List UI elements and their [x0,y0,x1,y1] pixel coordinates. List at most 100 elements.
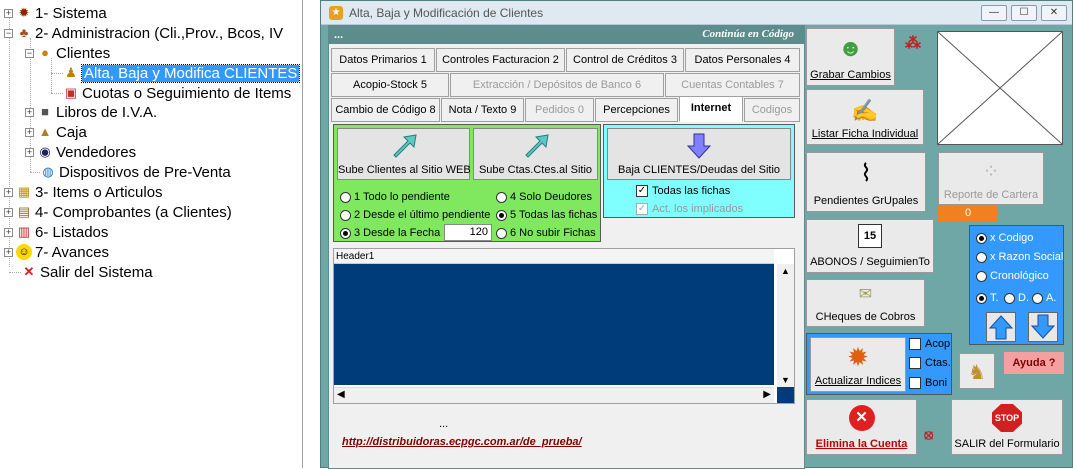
collapse-icon[interactable]: − [4,28,13,38]
cheque-icon: ✉ [858,286,873,303]
grabar-cambios-button[interactable]: ☻ Grabar Cambios [806,28,895,86]
days-input[interactable]: 120 [444,224,492,241]
tree-item-administracion[interactable]: − ♣ 2- Administracion (Cli.,Prov., Bcos,… [4,23,283,43]
salir-formulario-button[interactable]: STOP SALIR del Formulario [951,399,1063,455]
maximize-button[interactable]: ☐ [1011,5,1037,21]
tab-cambio-codigo[interactable]: Cambio de Código 8 [331,98,440,122]
radio-desde-ultimo[interactable]: 2 Desde el último pendiente [340,209,490,221]
radio-no-subir[interactable]: 6 No subir Fichas [496,227,596,239]
reporte-cartera-button[interactable]: ⁘ Reporte de Cartera [938,152,1044,205]
sort-up-button[interactable] [986,312,1016,342]
expand-icon[interactable]: + [25,127,34,137]
tree-item-items[interactable]: + ▦ 3- Items o Articulos [4,182,163,202]
grid-body[interactable] [334,264,774,385]
image-placeholder[interactable] [937,31,1063,145]
tree-item-dispositivos[interactable]: ◍ Dispositivos de Pre-Venta [40,162,230,182]
expand-icon[interactable]: + [25,107,34,117]
title-bar[interactable]: ★ Alta, Baja y Modificación de Clientes … [321,1,1072,25]
sort-d-radio[interactable]: D. [1004,292,1029,304]
minimize-button[interactable]: — [981,5,1007,21]
sort-codigo-radio[interactable]: x Codigo [976,232,1033,244]
tree-item-listados[interactable]: + ▥ 6- Listados [4,222,108,242]
tab-codigos[interactable]: Codigos [744,98,800,122]
radio-todas-fichas[interactable]: 5 Todas las fichas [496,209,597,221]
ctas-checkbox[interactable]: Ctas. [909,357,951,369]
radio-solo-deudores[interactable]: 4 Solo Deudores [496,191,592,203]
tree-item-clientes[interactable]: − ● Clientes [25,43,110,63]
radio-todo-pendiente[interactable]: 1 Todo lo pendiente [340,191,450,203]
tab-nota-texto[interactable]: Nota / Texto 9 [441,98,524,122]
expand-icon[interactable]: + [4,247,13,257]
gear-icon: ✹ [847,342,869,372]
chevron-up-icon[interactable]: ▲ [781,266,790,276]
tab-control-creditos[interactable]: Control de Créditos 3 [566,48,684,72]
tree-item-libros-iva[interactable]: + ■ Libros de I.V.A. [25,102,157,122]
actualizar-indices-button[interactable]: ✹ Actualizar Indices [810,337,906,392]
navigation-tree: + ✹ 1- Sistema − ♣ 2- Administracion (Cl… [0,0,303,468]
pendientes-grupales-button[interactable]: ⌇ Pendientes GrUpales [806,152,926,212]
tab-datos-personales[interactable]: Datos Personales 4 [685,48,800,72]
tree-item-salir[interactable]: ✕ Salir del Sistema [21,262,153,282]
upload-options-panel: Sube Clientes al Sitio WEB Sube Ctas.Cte… [333,124,601,242]
expand-icon[interactable]: + [25,147,34,157]
abonos-button[interactable]: 15 ABONOS / SeguimienTo [806,219,934,273]
upload-clients-web-button[interactable]: Sube Clientes al Sitio WEB [337,128,471,180]
radio-label: 1 Todo lo pendiente [354,191,450,203]
radio-circle [340,227,351,239]
tab-extraccion-depositos[interactable]: Extracción / Depósitos de Banco 6 [450,73,664,97]
help-icon-button[interactable]: ♞ [959,353,995,389]
vertical-scrollbar[interactable]: ▲ ▼ [777,264,794,387]
boni-checkbox[interactable]: Boni [909,377,947,389]
actualizar-label: Actualizar Indices [814,375,902,387]
elimina-cuenta-button[interactable]: ✕ Elimina la Cuenta [806,399,917,455]
expand-icon[interactable]: + [4,8,13,18]
expand-icon[interactable]: + [4,227,13,237]
chevron-left-icon[interactable]: ◀ [337,389,345,400]
tab-pedidos[interactable]: Pedidos 0 [525,98,594,122]
radio-desde-fecha[interactable]: 3 Desde la Fecha [340,227,440,239]
acop-checkbox[interactable]: Acop [909,338,950,350]
tree-item-caja[interactable]: + ▲ Caja [25,122,87,142]
expand-icon[interactable]: + [4,207,13,217]
tab-percepciones[interactable]: Percepciones [595,98,678,122]
tree-item-cuotas[interactable]: ▣ Cuotas o Seguimiento de Items [63,83,291,103]
stop-icon: STOP [992,404,1022,432]
upload-ctas-button[interactable]: Sube Ctas.Ctes.al Sitio [473,128,598,180]
chevron-down-icon[interactable]: ▼ [781,375,790,385]
close-button[interactable]: ✕ [1041,5,1067,21]
chevron-right-icon[interactable]: ▶ [763,389,771,400]
tree-item-sistema[interactable]: + ✹ 1- Sistema [4,3,107,23]
upload-arrow-icon [524,134,549,158]
site-url-link[interactable]: http://distribuidoras.ecpgc.com.ar/de_pr… [342,436,582,448]
sort-down-button[interactable] [1028,312,1058,342]
sort-a-radio[interactable]: A. [1032,292,1056,304]
listar-ficha-button[interactable]: ✍ Listar Ficha Individual [806,89,924,145]
tab-internet[interactable]: Internet [679,96,743,122]
tree-item-vendedores[interactable]: + ◉ Vendedores [25,142,136,162]
sort-t-radio[interactable]: T. [976,292,999,304]
exit-icon: ✕ [23,264,35,279]
tab-acopio-stock[interactable]: Acopio-Stock 5 [331,73,449,97]
todas-fichas-checkbox[interactable]: ✓ Todas las fichas [636,185,730,197]
grabar-label: Grabar Cambios [810,69,891,81]
sort-crono-radio[interactable]: Cronológico [976,270,1049,282]
delete-icon: ✕ [848,405,875,431]
collapse-icon[interactable]: − [25,48,34,58]
tab-controles-facturacion[interactable]: Controles Facturacion 2 [436,48,565,72]
sort-razon-radio[interactable]: x Razon Social [976,251,1063,263]
data-grid[interactable]: Header1 ▲ ▼ ◀ ▶ [333,248,795,404]
ayuda-button[interactable]: Ayuda ? [1004,352,1064,374]
tree-item-comprobantes[interactable]: + ▤ 4- Comprobantes (a Clientes) [4,202,232,222]
horizontal-scrollbar[interactable]: ◀ ▶ [334,387,774,403]
tree-item-alta-baja-clientes[interactable]: ♟ Alta, Baja y Modifica CLIENTES [63,63,301,83]
act-implicados-checkbox[interactable]: ✓ Act. los implicados [636,203,743,215]
radio-label: 5 Todas las fichas [510,209,598,221]
tree-item-avances[interactable]: + ☺ 7- Avances [4,242,109,262]
cheques-cobros-button[interactable]: ✉ CHeques de Cobros [806,279,925,327]
main-panel: ... Continúa en Código Datos Primarios 1… [328,25,805,469]
download-clients-button[interactable]: Baja CLIENTES/Deudas del Sitio [607,128,791,180]
tab-cuentas-contables[interactable]: Cuentas Contables 7 [665,73,800,97]
tab-datos-primarios[interactable]: Datos Primarios 1 [331,48,435,72]
expand-icon[interactable]: + [4,187,13,197]
checkbox-label: Acop [925,338,951,350]
